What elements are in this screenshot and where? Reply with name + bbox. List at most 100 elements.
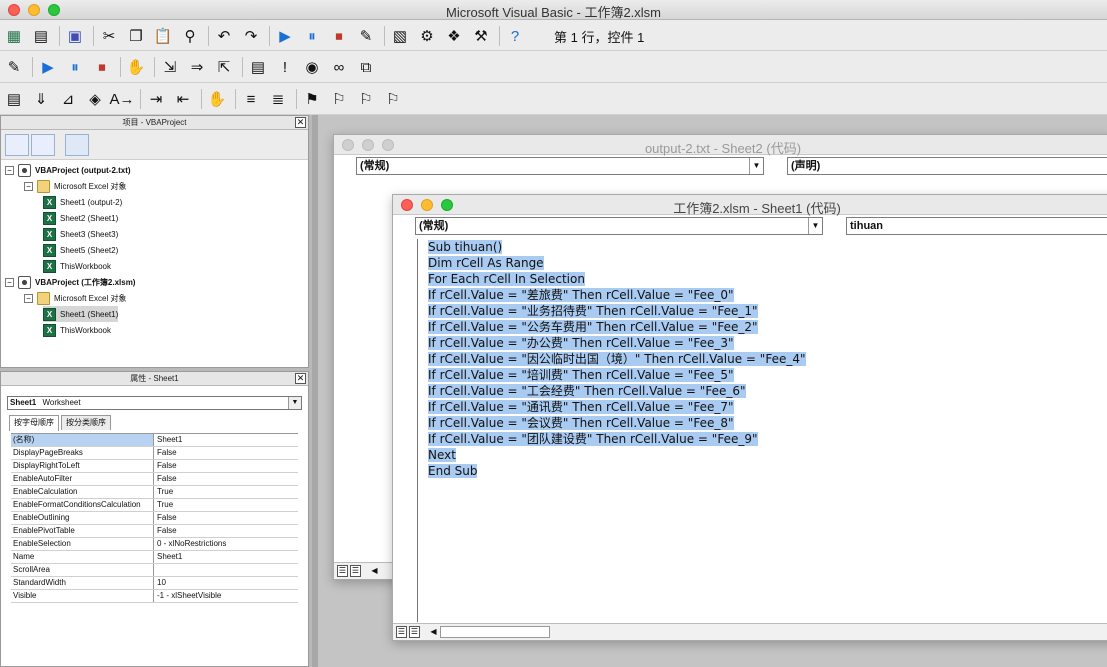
undo-icon[interactable]: ↶ bbox=[213, 25, 235, 47]
help-icon[interactable]: ? bbox=[504, 25, 526, 47]
tree-item[interactable]: − VBAProject (output-2.txt) bbox=[5, 162, 131, 178]
property-value[interactable]: Sheet1 bbox=[154, 551, 298, 563]
collapse-icon[interactable]: − bbox=[5, 277, 14, 287]
property-value[interactable]: True bbox=[154, 486, 298, 498]
property-row[interactable]: DisplayRightToLeft False bbox=[11, 460, 298, 473]
code-line[interactable]: If rCell.Value = "因公临时出国（境）" Then rCell.… bbox=[418, 351, 1107, 367]
paste-icon[interactable]: 📋 bbox=[152, 25, 174, 47]
next-bookmark-icon[interactable]: ⚐ bbox=[328, 88, 350, 110]
comment-block-icon[interactable]: ≡ bbox=[240, 88, 262, 110]
design-mode-icon[interactable]: ✎ bbox=[3, 56, 25, 78]
procedure-combo[interactable]: (声明) bbox=[787, 157, 1107, 175]
design-mode-icon[interactable]: ✎ bbox=[355, 25, 377, 47]
cut-icon[interactable]: ✂ bbox=[98, 25, 120, 47]
code-line[interactable]: Sub tihuan() bbox=[418, 239, 1107, 255]
object-combo[interactable]: (常规) ▼ bbox=[415, 217, 823, 235]
property-row[interactable]: Visible -1 - xlSheetVisible bbox=[11, 590, 298, 603]
hand-icon[interactable]: ✋ bbox=[206, 88, 228, 110]
property-value[interactable]: -1 - xlSheetVisible bbox=[154, 590, 298, 602]
code-line[interactable]: If rCell.Value = "培训费" Then rCell.Value … bbox=[418, 367, 1107, 383]
step-over-icon[interactable]: ⇒ bbox=[186, 56, 208, 78]
code-window-workbook2[interactable]: 工作簿2.xlsm - Sheet1 (代码) (常规) ▼ tihuan Su… bbox=[392, 194, 1107, 641]
list-properties-icon[interactable]: ▤ bbox=[3, 88, 25, 110]
full-module-view-icon[interactable]: ☰ bbox=[409, 626, 420, 638]
step-out-icon[interactable]: ⇱ bbox=[213, 56, 235, 78]
find-icon[interactable]: ⚲ bbox=[179, 25, 201, 47]
property-value[interactable]: False bbox=[154, 473, 298, 485]
object-select[interactable]: Sheet1 Worksheet ▼ bbox=[7, 396, 302, 410]
indent-icon[interactable]: ⇥ bbox=[145, 88, 167, 110]
tree-item[interactable]: − Microsoft Excel 对象 bbox=[24, 178, 126, 194]
property-row[interactable]: EnableOutlining False bbox=[11, 512, 298, 525]
pause-icon[interactable]: ⏸ bbox=[64, 56, 86, 78]
procedure-view-icon[interactable]: ☰ bbox=[396, 626, 407, 638]
property-row[interactable]: EnableFormatConditionsCalculation True bbox=[11, 499, 298, 512]
property-row[interactable]: EnableSelection 0 - xlNoRestrictions bbox=[11, 538, 298, 551]
code-line[interactable]: If rCell.Value = "差旅费" Then rCell.Value … bbox=[418, 287, 1107, 303]
watch-icon[interactable]: ◉ bbox=[301, 56, 323, 78]
complete-word-icon[interactable]: A→ bbox=[110, 88, 135, 110]
code-line[interactable]: Dim rCell As Range bbox=[418, 255, 1107, 271]
scroll-left-icon[interactable]: ◀ bbox=[429, 626, 438, 638]
tree-item[interactable]: X Sheet2 (Sheet1) bbox=[43, 210, 118, 226]
property-value[interactable]: False bbox=[154, 512, 298, 524]
chevron-down-icon[interactable]: ▼ bbox=[808, 218, 822, 234]
properties-icon[interactable]: ⚙ bbox=[416, 25, 438, 47]
collapse-icon[interactable]: − bbox=[5, 165, 14, 175]
collapse-icon[interactable]: − bbox=[24, 181, 33, 191]
uncomment-block-icon[interactable]: ≣ bbox=[267, 88, 289, 110]
tree-item[interactable]: − Microsoft Excel 对象 bbox=[24, 290, 126, 306]
property-row[interactable]: Name Sheet1 bbox=[11, 551, 298, 564]
property-row[interactable]: ScrollArea bbox=[11, 564, 298, 577]
code-line[interactable]: If rCell.Value = "会议费" Then rCell.Value … bbox=[418, 415, 1107, 431]
property-value[interactable]: 0 - xlNoRestrictions bbox=[154, 538, 298, 550]
code-editor[interactable]: Sub tihuan() Dim rCell As Range For Each r… bbox=[417, 239, 1107, 622]
code-line[interactable]: End Sub bbox=[418, 463, 1107, 479]
object-browser-icon[interactable]: ❖ bbox=[443, 25, 465, 47]
chevron-down-icon[interactable]: ▼ bbox=[288, 397, 301, 409]
property-value[interactable]: False bbox=[154, 525, 298, 537]
list-constants-icon[interactable]: ⇓ bbox=[30, 88, 52, 110]
property-row[interactable]: (名称) Sheet1 bbox=[11, 434, 298, 447]
property-value[interactable]: False bbox=[154, 460, 298, 472]
collapse-icon[interactable]: − bbox=[24, 293, 33, 303]
property-value[interactable]: 10 bbox=[154, 577, 298, 589]
toolbox-icon[interactable]: ⚒ bbox=[470, 25, 492, 47]
immediate-icon[interactable]: ! bbox=[274, 56, 296, 78]
clear-bookmarks-icon[interactable]: ⚐ bbox=[382, 88, 404, 110]
close-icon[interactable]: ✕ bbox=[295, 117, 306, 128]
property-row[interactable]: DisplayPageBreaks False bbox=[11, 447, 298, 460]
outdent-icon[interactable]: ⇤ bbox=[172, 88, 194, 110]
run-icon[interactable]: ▶ bbox=[274, 25, 296, 47]
code-line[interactable]: If rCell.Value = "公务车费用" Then rCell.Valu… bbox=[418, 319, 1107, 335]
code-line[interactable]: If rCell.Value = "团队建设费" Then rCell.Valu… bbox=[418, 431, 1107, 447]
code-line[interactable]: Next bbox=[418, 447, 1107, 463]
parameter-info-icon[interactable]: ◈ bbox=[84, 88, 106, 110]
scroll-left-icon[interactable]: ◀ bbox=[370, 565, 379, 577]
horizontal-scrollbar[interactable]: ☰ ☰ ◀ bbox=[393, 623, 1107, 640]
chevron-down-icon[interactable]: ▼ bbox=[749, 158, 763, 174]
copy-icon[interactable]: ❐ bbox=[125, 25, 147, 47]
previous-bookmark-icon[interactable]: ⚐ bbox=[355, 88, 377, 110]
code-line[interactable]: If rCell.Value = "工会经费" Then rCell.Value… bbox=[418, 383, 1107, 399]
pause-icon[interactable]: ⏸ bbox=[301, 25, 323, 47]
tree-item[interactable]: X Sheet5 (Sheet2) bbox=[43, 242, 118, 258]
property-value[interactable] bbox=[154, 564, 298, 576]
object-combo[interactable]: (常规) ▼ bbox=[356, 157, 764, 175]
quick-info-icon[interactable]: ⊿ bbox=[57, 88, 79, 110]
redo-icon[interactable]: ↷ bbox=[240, 25, 262, 47]
property-row[interactable]: EnableAutoFilter False bbox=[11, 473, 298, 486]
property-value[interactable]: Sheet1 bbox=[154, 434, 298, 446]
stop-icon[interactable]: ⏹ bbox=[328, 25, 350, 47]
stop-icon[interactable]: ⏹ bbox=[91, 56, 113, 78]
toggle-bookmark-icon[interactable]: ⚑ bbox=[301, 88, 323, 110]
tab-categorized[interactable]: 按分类顺序 bbox=[61, 415, 111, 430]
tree-item[interactable]: − VBAProject (工作簿2.xlsm) bbox=[5, 274, 135, 290]
property-row[interactable]: EnableCalculation True bbox=[11, 486, 298, 499]
project-explorer-icon[interactable]: ▧ bbox=[389, 25, 411, 47]
tree-item[interactable]: X Sheet3 (Sheet3) bbox=[43, 226, 118, 242]
tree-item[interactable]: X Sheet1 (Sheet1) bbox=[43, 306, 119, 322]
property-row[interactable]: StandardWidth 10 bbox=[11, 577, 298, 590]
procedure-view-icon[interactable]: ☰ bbox=[337, 565, 348, 577]
locals-icon[interactable]: ▤ bbox=[247, 56, 269, 78]
